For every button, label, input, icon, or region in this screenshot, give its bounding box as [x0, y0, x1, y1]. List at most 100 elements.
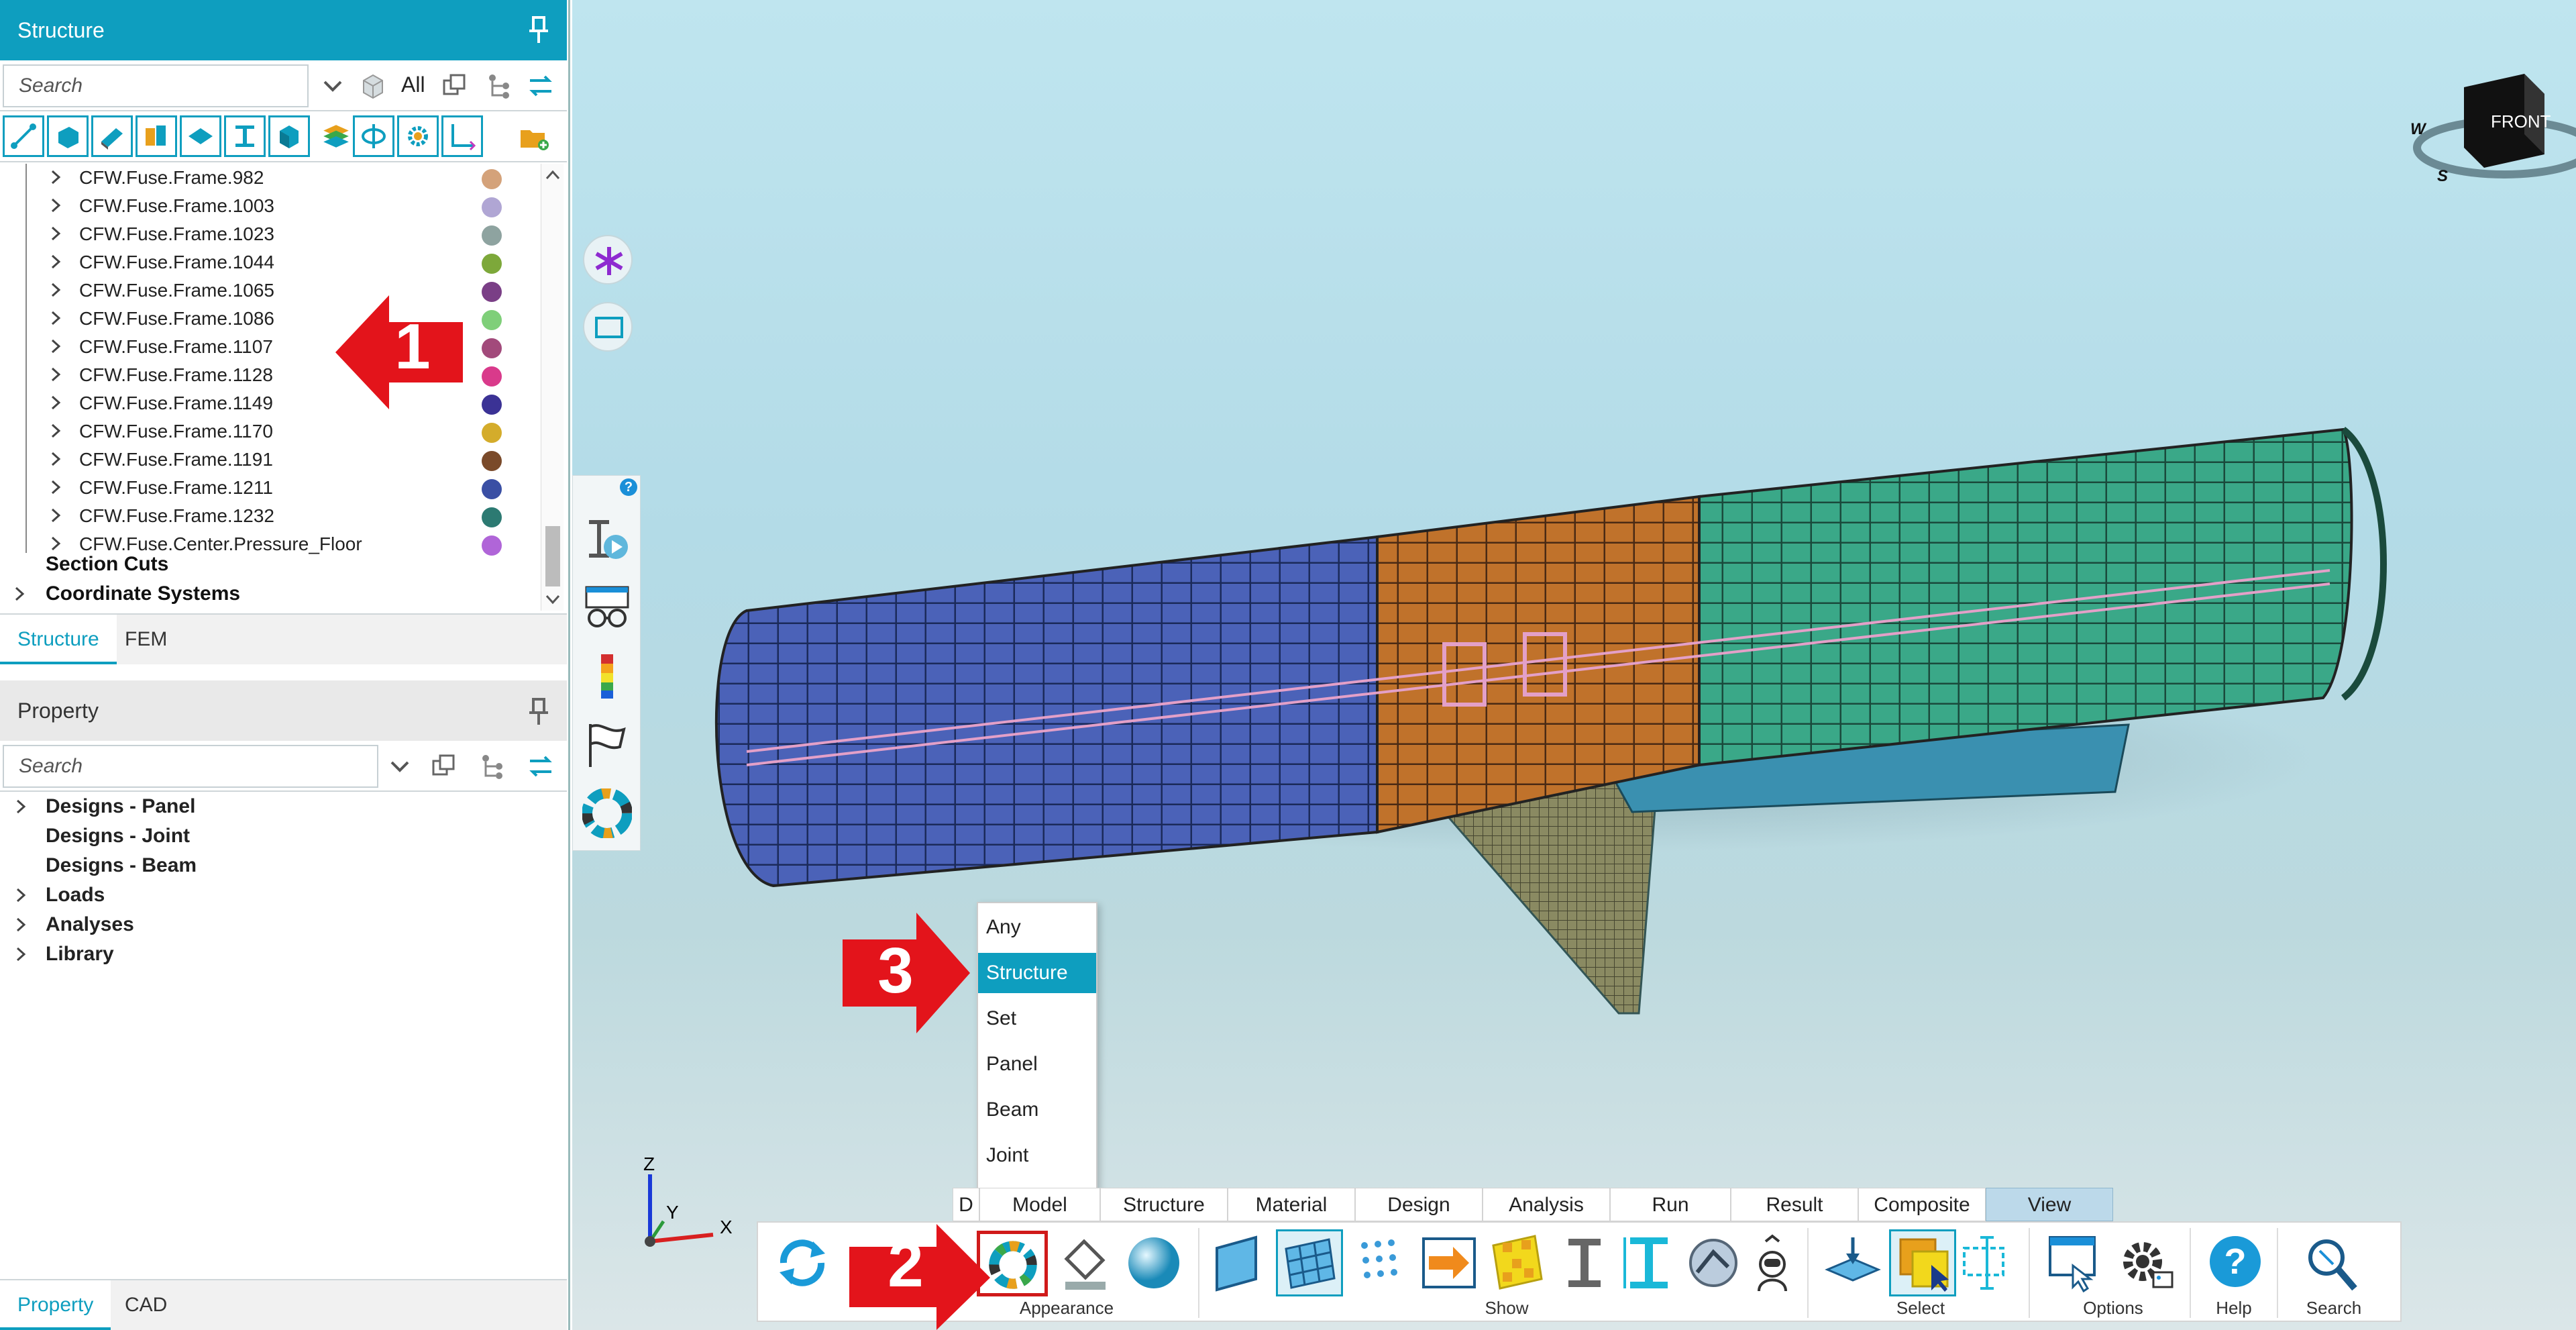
tree-item[interactable]: CFW.Fuse.Frame.1170 [0, 417, 550, 446]
panel-show-icon[interactable] [1212, 1232, 1271, 1294]
tree-item[interactable]: CFW.Fuse.Frame.1023 [0, 220, 550, 248]
color-swatch[interactable] [482, 423, 502, 443]
color-swatch[interactable] [482, 169, 502, 189]
chevron-down-icon[interactable] [385, 752, 415, 781]
chevron-right-icon[interactable] [48, 452, 63, 466]
select-surface-icon[interactable] [1823, 1232, 1882, 1294]
hierarchy-icon[interactable] [478, 752, 507, 781]
chevron-right-icon[interactable] [48, 423, 63, 438]
filter-all-label[interactable]: All [401, 72, 425, 97]
dropdown-item[interactable]: Set [978, 999, 1096, 1039]
ribbon-tab[interactable]: Result [1731, 1188, 1858, 1221]
solid-filter-button[interactable] [47, 115, 89, 157]
color-swatch[interactable] [482, 479, 502, 499]
scrollbar-thumb[interactable] [545, 526, 560, 586]
color-swatch[interactable] [482, 366, 502, 387]
color-swatch[interactable] [482, 225, 502, 246]
ribbon-tab[interactable]: View [1986, 1188, 2113, 1221]
scroll-up-icon[interactable] [545, 169, 560, 181]
folder-add-icon[interactable] [518, 123, 550, 153]
dropdown-item[interactable]: Panel [978, 1044, 1096, 1084]
select-structure-button[interactable] [1889, 1229, 1956, 1296]
chevron-right-icon[interactable] [13, 947, 28, 962]
fastener-filter-button[interactable] [353, 115, 394, 157]
layers-button[interactable] [315, 115, 357, 157]
dropdown-item[interactable]: Beam [978, 1090, 1096, 1130]
color-swatch[interactable] [482, 310, 502, 330]
arrow-load-icon[interactable] [1419, 1232, 1479, 1294]
chevron-right-icon[interactable] [13, 917, 28, 932]
pin-icon[interactable] [525, 697, 552, 726]
chevron-right-icon[interactable] [48, 226, 63, 241]
checker-show-icon[interactable] [1488, 1232, 1547, 1294]
color-swatch[interactable] [482, 507, 502, 527]
ribbon-tab[interactable]: Composite [1858, 1188, 1986, 1221]
dropdown-item[interactable]: Any [978, 907, 1096, 948]
property-tree-item[interactable]: Designs - Beam [0, 851, 567, 880]
beam-show-icon[interactable] [1555, 1232, 1614, 1294]
chevron-right-icon[interactable] [48, 339, 63, 354]
color-swatch[interactable] [482, 451, 502, 471]
mesh-show-button[interactable] [1276, 1229, 1343, 1296]
tab-property[interactable]: Property [0, 1280, 111, 1330]
tree-item[interactable]: CFW.Fuse.Frame.1211 [0, 474, 550, 502]
panel-filter-button[interactable] [91, 115, 133, 157]
sync-arrows-icon[interactable] [526, 71, 555, 101]
surface-filter-button[interactable] [180, 115, 221, 157]
tree-item[interactable]: CFW.Fuse.Frame.1003 [0, 192, 550, 220]
dropdown-item[interactable]: Joint [978, 1135, 1096, 1176]
tab-structure[interactable]: Structure [0, 615, 117, 664]
ribbon-tab[interactable]: Structure [1100, 1188, 1228, 1221]
ribbon-tab[interactable]: Model [979, 1188, 1100, 1221]
tree-item-section-cuts[interactable]: Section Cuts [46, 553, 168, 576]
beam-filter-button[interactable] [224, 115, 266, 157]
gear-options-icon[interactable] [2116, 1232, 2175, 1294]
ribbon-tab[interactable]: D [953, 1188, 979, 1221]
property-tree-item[interactable]: Designs - Panel [0, 792, 567, 821]
fastener-show-icon[interactable] [1684, 1232, 1743, 1294]
node-filter-button[interactable] [3, 115, 44, 157]
ribbon-tab[interactable]: Material [1228, 1188, 1355, 1221]
cube-filter-icon[interactable] [358, 71, 388, 101]
chevron-right-icon[interactable] [48, 508, 63, 523]
tree-item[interactable]: CFW.Fuse.Frame.1191 [0, 446, 550, 474]
chevron-right-icon[interactable] [48, 198, 63, 213]
ibeam-cyan-icon[interactable] [1619, 1232, 1678, 1294]
property-tree-item[interactable]: Analyses [0, 910, 567, 939]
gear-filter-button[interactable] [397, 115, 439, 157]
structure-search-input[interactable]: Search [3, 64, 309, 107]
coordinate-filter-button[interactable] [441, 115, 483, 157]
chevron-right-icon[interactable] [48, 480, 63, 495]
color-swatch[interactable] [482, 535, 502, 556]
scroll-down-icon[interactable] [545, 593, 560, 605]
paint-bucket-icon[interactable] [1056, 1232, 1115, 1294]
chevron-right-icon[interactable] [12, 586, 27, 601]
tree-item[interactable]: CFW.Fuse.Frame.1232 [0, 502, 550, 530]
chevron-down-icon[interactable] [318, 71, 347, 101]
window-options-icon[interactable] [2046, 1232, 2105, 1294]
property-search-input[interactable]: Search [3, 745, 378, 788]
color-swatch[interactable] [482, 282, 502, 302]
property-tree-item[interactable]: Library [0, 939, 567, 969]
dropdown-item[interactable]: Structure [978, 953, 1096, 993]
node-points-icon[interactable] [1351, 1232, 1410, 1294]
assembly-filter-button[interactable] [136, 115, 177, 157]
ribbon-tab[interactable]: Run [1610, 1188, 1731, 1221]
chevron-right-icon[interactable] [48, 395, 63, 410]
chevron-right-icon[interactable] [48, 254, 63, 269]
ribbon-tab[interactable]: Design [1355, 1188, 1483, 1221]
select-section-icon[interactable] [1957, 1232, 2017, 1294]
search-icon[interactable] [2301, 1232, 2360, 1294]
astronaut-icon[interactable] [1743, 1232, 1802, 1294]
color-swatch[interactable] [482, 254, 502, 274]
color-swatch[interactable] [482, 197, 502, 217]
ribbon-tab[interactable]: Analysis [1483, 1188, 1610, 1221]
tree-item-coordinate-systems[interactable]: Coordinate Systems [46, 582, 240, 605]
collapse-all-icon[interactable] [440, 71, 470, 101]
hierarchy-icon[interactable] [484, 71, 514, 101]
3d-viewport[interactable]: ? FRONT W S Z Y X [572, 0, 2576, 1330]
chevron-right-icon[interactable] [13, 799, 28, 814]
collapse-all-icon[interactable] [429, 752, 459, 781]
sync-arrows-icon[interactable] [526, 752, 555, 781]
chevron-right-icon[interactable] [48, 367, 63, 382]
